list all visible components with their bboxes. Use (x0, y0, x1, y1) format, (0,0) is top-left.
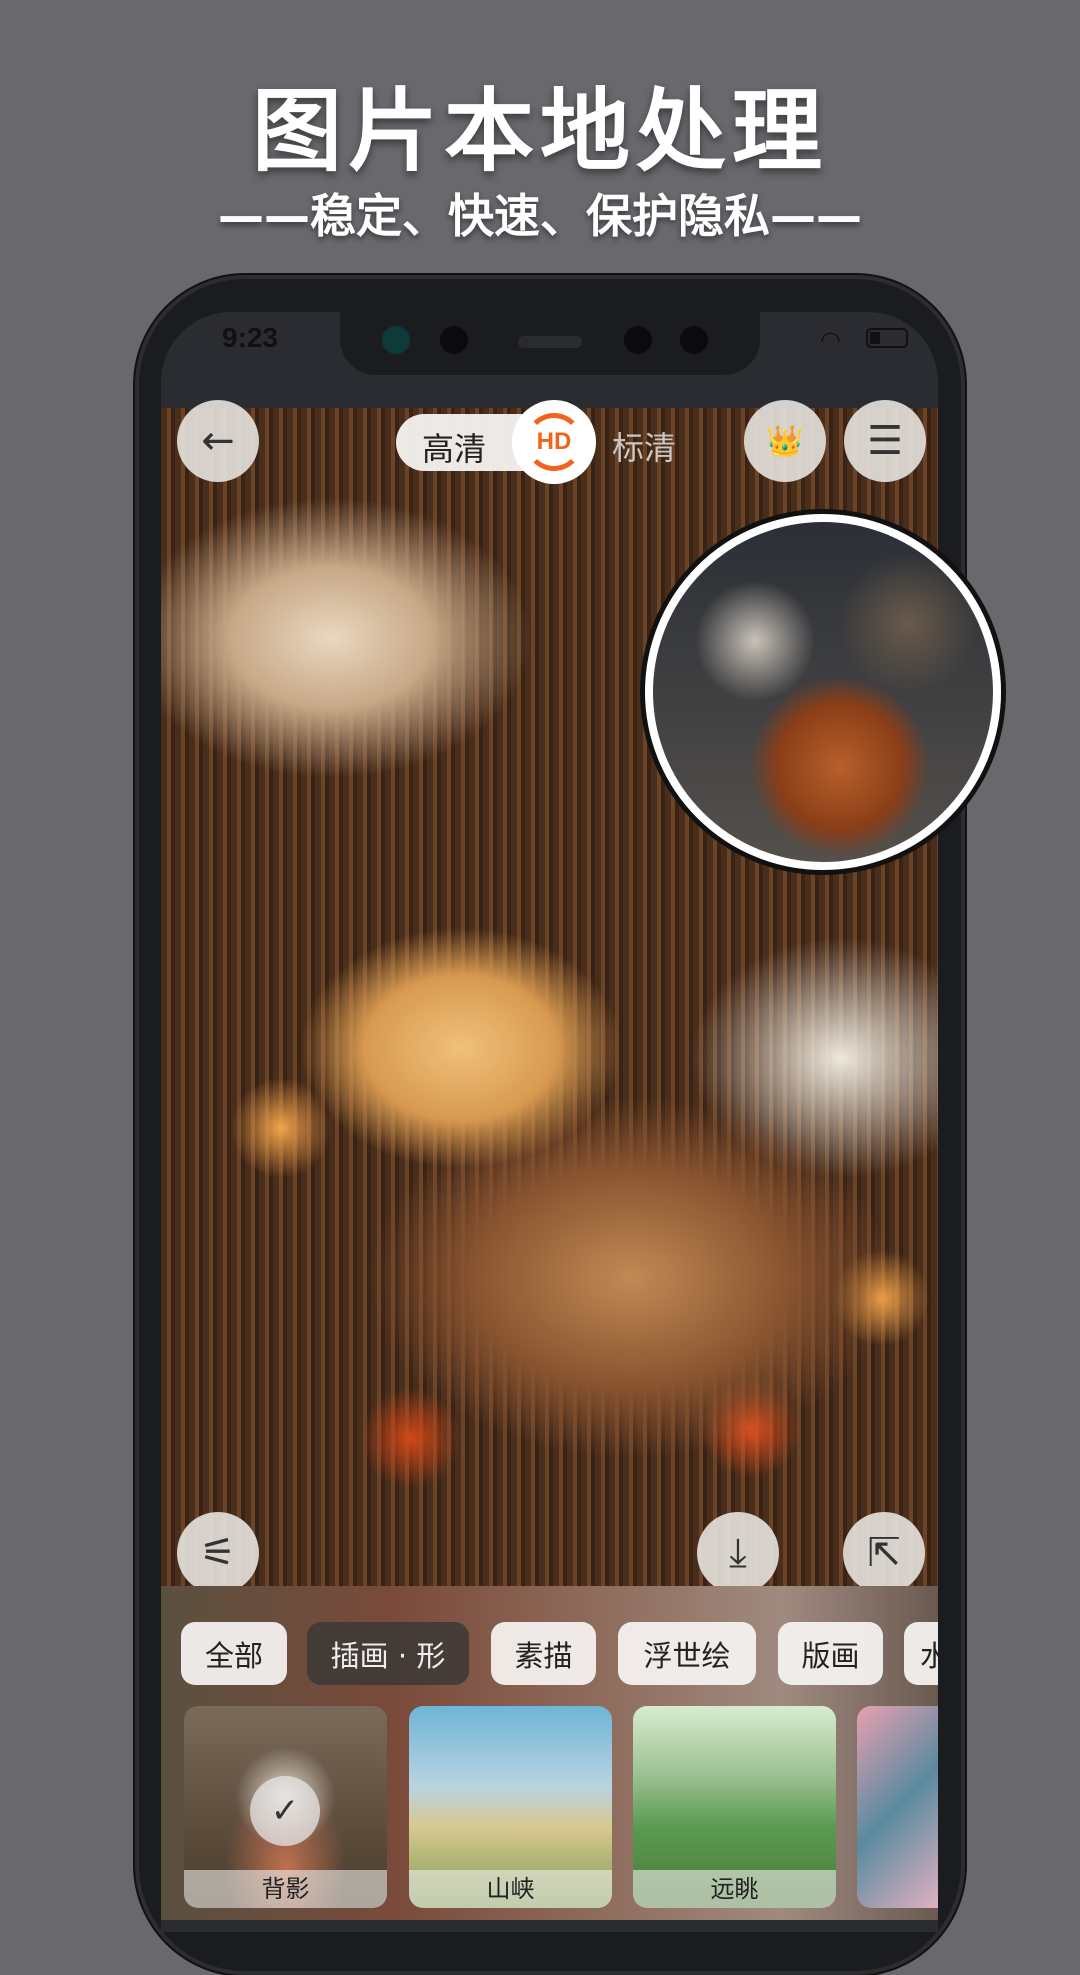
sensor-icon (680, 326, 708, 354)
style-thumb[interactable]: 远眺 (633, 1706, 836, 1908)
menu-button[interactable]: ☰ (844, 400, 926, 482)
sensor-icon (440, 326, 468, 354)
arrow-left-icon: ← (201, 418, 235, 464)
menu-icon: ☰ (867, 418, 903, 464)
category-sketch[interactable]: 素描 (491, 1622, 596, 1685)
style-thumb[interactable]: ✓ 背影 (184, 1706, 387, 1908)
vip-button[interactable]: 👑 (744, 400, 826, 482)
download-icon: ⤓ (729, 1530, 747, 1576)
category-print[interactable]: 版画 (778, 1622, 883, 1685)
notch (340, 312, 760, 375)
battery-icon (866, 328, 908, 348)
category-ukiyoe[interactable]: 浮世绘 (618, 1622, 756, 1685)
hd-switch-icon[interactable]: HD (512, 400, 596, 484)
style-label: 山峡 (409, 1870, 612, 1908)
download-button[interactable]: ⤓ (697, 1512, 779, 1594)
sensor-icon (624, 326, 652, 354)
style-label: 背影 (184, 1870, 387, 1908)
hd-badge: HD (525, 413, 583, 471)
category-water[interactable]: 水 (904, 1622, 938, 1685)
hd-label: 高清 (422, 430, 487, 468)
back-button[interactable]: ← (177, 400, 259, 482)
original-photo-preview[interactable] (645, 514, 1001, 870)
style-thumb[interactable]: 山峡 (409, 1706, 612, 1908)
sliders-icon: ⚟ (200, 1530, 236, 1576)
camera-icon (382, 326, 410, 354)
style-label: 远眺 (633, 1870, 836, 1908)
promo-title: 图片本地处理 (252, 79, 828, 184)
category-all[interactable]: 全部 (181, 1622, 287, 1685)
crown-icon: 👑 (766, 423, 804, 459)
check-icon: ✓ (250, 1776, 320, 1846)
style-thumb[interactable] (857, 1706, 938, 1908)
promo-subtitle: ——稳定、快速、保护隐私—— (218, 189, 862, 243)
adjust-button[interactable]: ⚟ (177, 1512, 259, 1594)
sd-label[interactable]: 标清 (612, 423, 676, 469)
status-time: 9:23 (222, 322, 279, 353)
share-button[interactable]: ⇱ (843, 1512, 925, 1594)
wifi-icon: ◠ (820, 326, 841, 354)
share-icon: ⇱ (867, 1530, 901, 1576)
category-illustration[interactable]: 插画 · 形 (307, 1622, 469, 1685)
speaker-icon (518, 336, 582, 348)
